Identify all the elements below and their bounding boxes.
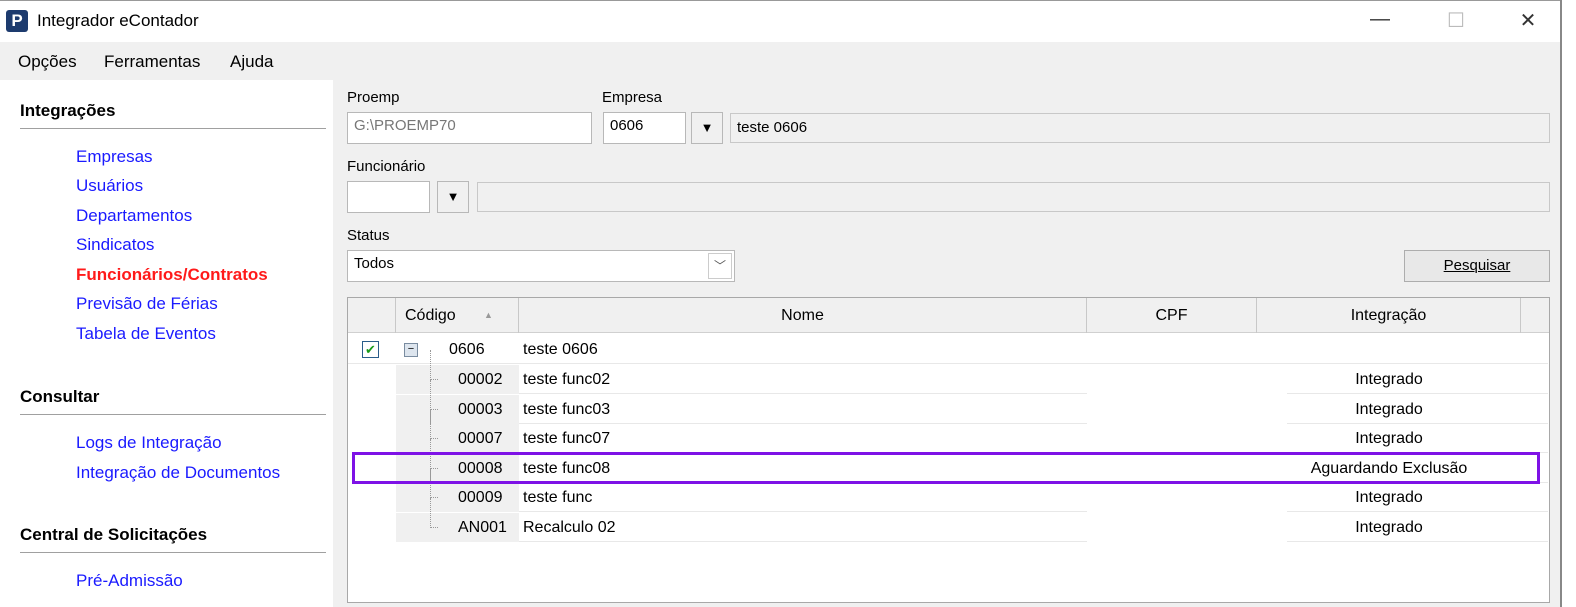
employees-grid: Código ▲ Nome CPF Integração ✔ − 0606 tes… [347, 297, 1550, 603]
menu-opcoes[interactable]: Opções [18, 52, 77, 72]
highlight-box [352, 452, 1540, 484]
table-row[interactable]: AN001 Recalculo 02 Integrado [348, 497, 1548, 542]
sidebar-item[interactable]: Empresas [76, 147, 153, 167]
header-nome[interactable]: Nome [519, 298, 1087, 333]
row-code: 00007 [458, 430, 503, 447]
table-row-parent[interactable]: ✔ − 0606 teste 0606 [348, 335, 1548, 364]
sidebar-item[interactable]: Logs de Integração [76, 433, 222, 453]
row-code: 00003 [458, 400, 503, 418]
sidebar-item[interactable]: Tabela de Eventos [76, 324, 216, 344]
funcionario-label: Funcionário [347, 158, 426, 175]
tree-branch [430, 408, 438, 410]
table-row[interactable]: 00009 teste func Integrado [348, 468, 1548, 512]
title-bar [0, 0, 1560, 42]
status-select[interactable]: Todos ﹀ [347, 250, 735, 282]
sort-asc-icon: ▲ [484, 310, 493, 320]
status-value: Todos [354, 255, 395, 272]
tree-branch [430, 379, 438, 380]
sidebar-section-title: Consultar [20, 387, 100, 406]
sidebar-section-title: Central de Solicitações [20, 525, 208, 544]
maximize-button[interactable]: ☐ [1436, 8, 1476, 33]
menu-ajuda[interactable]: Ajuda [230, 52, 273, 72]
funcionario-code-field[interactable] [347, 181, 430, 213]
proemp-field[interactable]: G:\PROEMP70 [347, 112, 592, 144]
section-divider [20, 414, 326, 415]
funcionario-dropdown-button[interactable]: ▼ [437, 181, 469, 213]
sidebar-item[interactable]: Funcionários/Contratos [76, 265, 268, 285]
empresa-name-field: teste 0606 [730, 113, 1550, 143]
empresa-dropdown-button[interactable]: ▼ [691, 112, 723, 144]
header-codigo-label: Código [405, 307, 456, 324]
window-border [1560, 0, 1562, 607]
table-row[interactable]: 00002 teste func02 Integrado [348, 350, 1548, 394]
header-check-column [348, 298, 396, 333]
app-logo-icon: P [6, 10, 28, 32]
header-integracao[interactable]: Integração [1257, 298, 1521, 333]
section-divider [20, 128, 326, 129]
grid-header: Código ▲ Nome CPF Integração [348, 298, 1549, 333]
sidebar-section-title: Integrações [20, 101, 116, 120]
tree-line [430, 497, 431, 528]
empresa-label: Empresa [602, 89, 663, 106]
proemp-label: Proemp [347, 89, 400, 106]
sidebar-item[interactable]: Usuários [76, 176, 143, 196]
sidebar-item[interactable]: Pré-Admissão [76, 571, 183, 591]
window-title: Integrador eContador [37, 11, 199, 30]
status-label: Status [347, 227, 390, 244]
sidebar-item[interactable]: Integração de Documentos [76, 463, 280, 483]
menu-ferramentas[interactable]: Ferramentas [104, 52, 200, 72]
tree-branch [430, 526, 438, 528]
funcionario-name-field [477, 182, 1550, 212]
section-divider [20, 552, 326, 553]
minimize-button[interactable]: — [1360, 8, 1400, 31]
header-codigo[interactable]: Código ▲ [396, 298, 519, 333]
close-button[interactable]: ✕ [1508, 8, 1548, 33]
table-row[interactable]: 00007 teste func07 Integrado [348, 409, 1548, 453]
row-code: 00002 [458, 371, 503, 388]
sidebar-item[interactable]: Departamentos [76, 206, 192, 226]
tree-branch [430, 438, 438, 439]
row-code: 00009 [458, 489, 503, 506]
empresa-code-field[interactable]: 0606 [603, 112, 686, 144]
chevron-down-icon: ﹀ [708, 253, 732, 279]
sidebar-item[interactable]: Previsão de Férias [76, 294, 218, 314]
table-row[interactable]: 00003 teste func03 Integrado [348, 379, 1548, 424]
row-code: AN001 [458, 518, 507, 536]
sidebar-item[interactable]: Sindicatos [76, 235, 154, 255]
header-cpf[interactable]: CPF [1087, 298, 1257, 333]
pesquisar-button[interactable]: Pesquisar [1404, 250, 1550, 282]
tree-branch [430, 497, 438, 498]
